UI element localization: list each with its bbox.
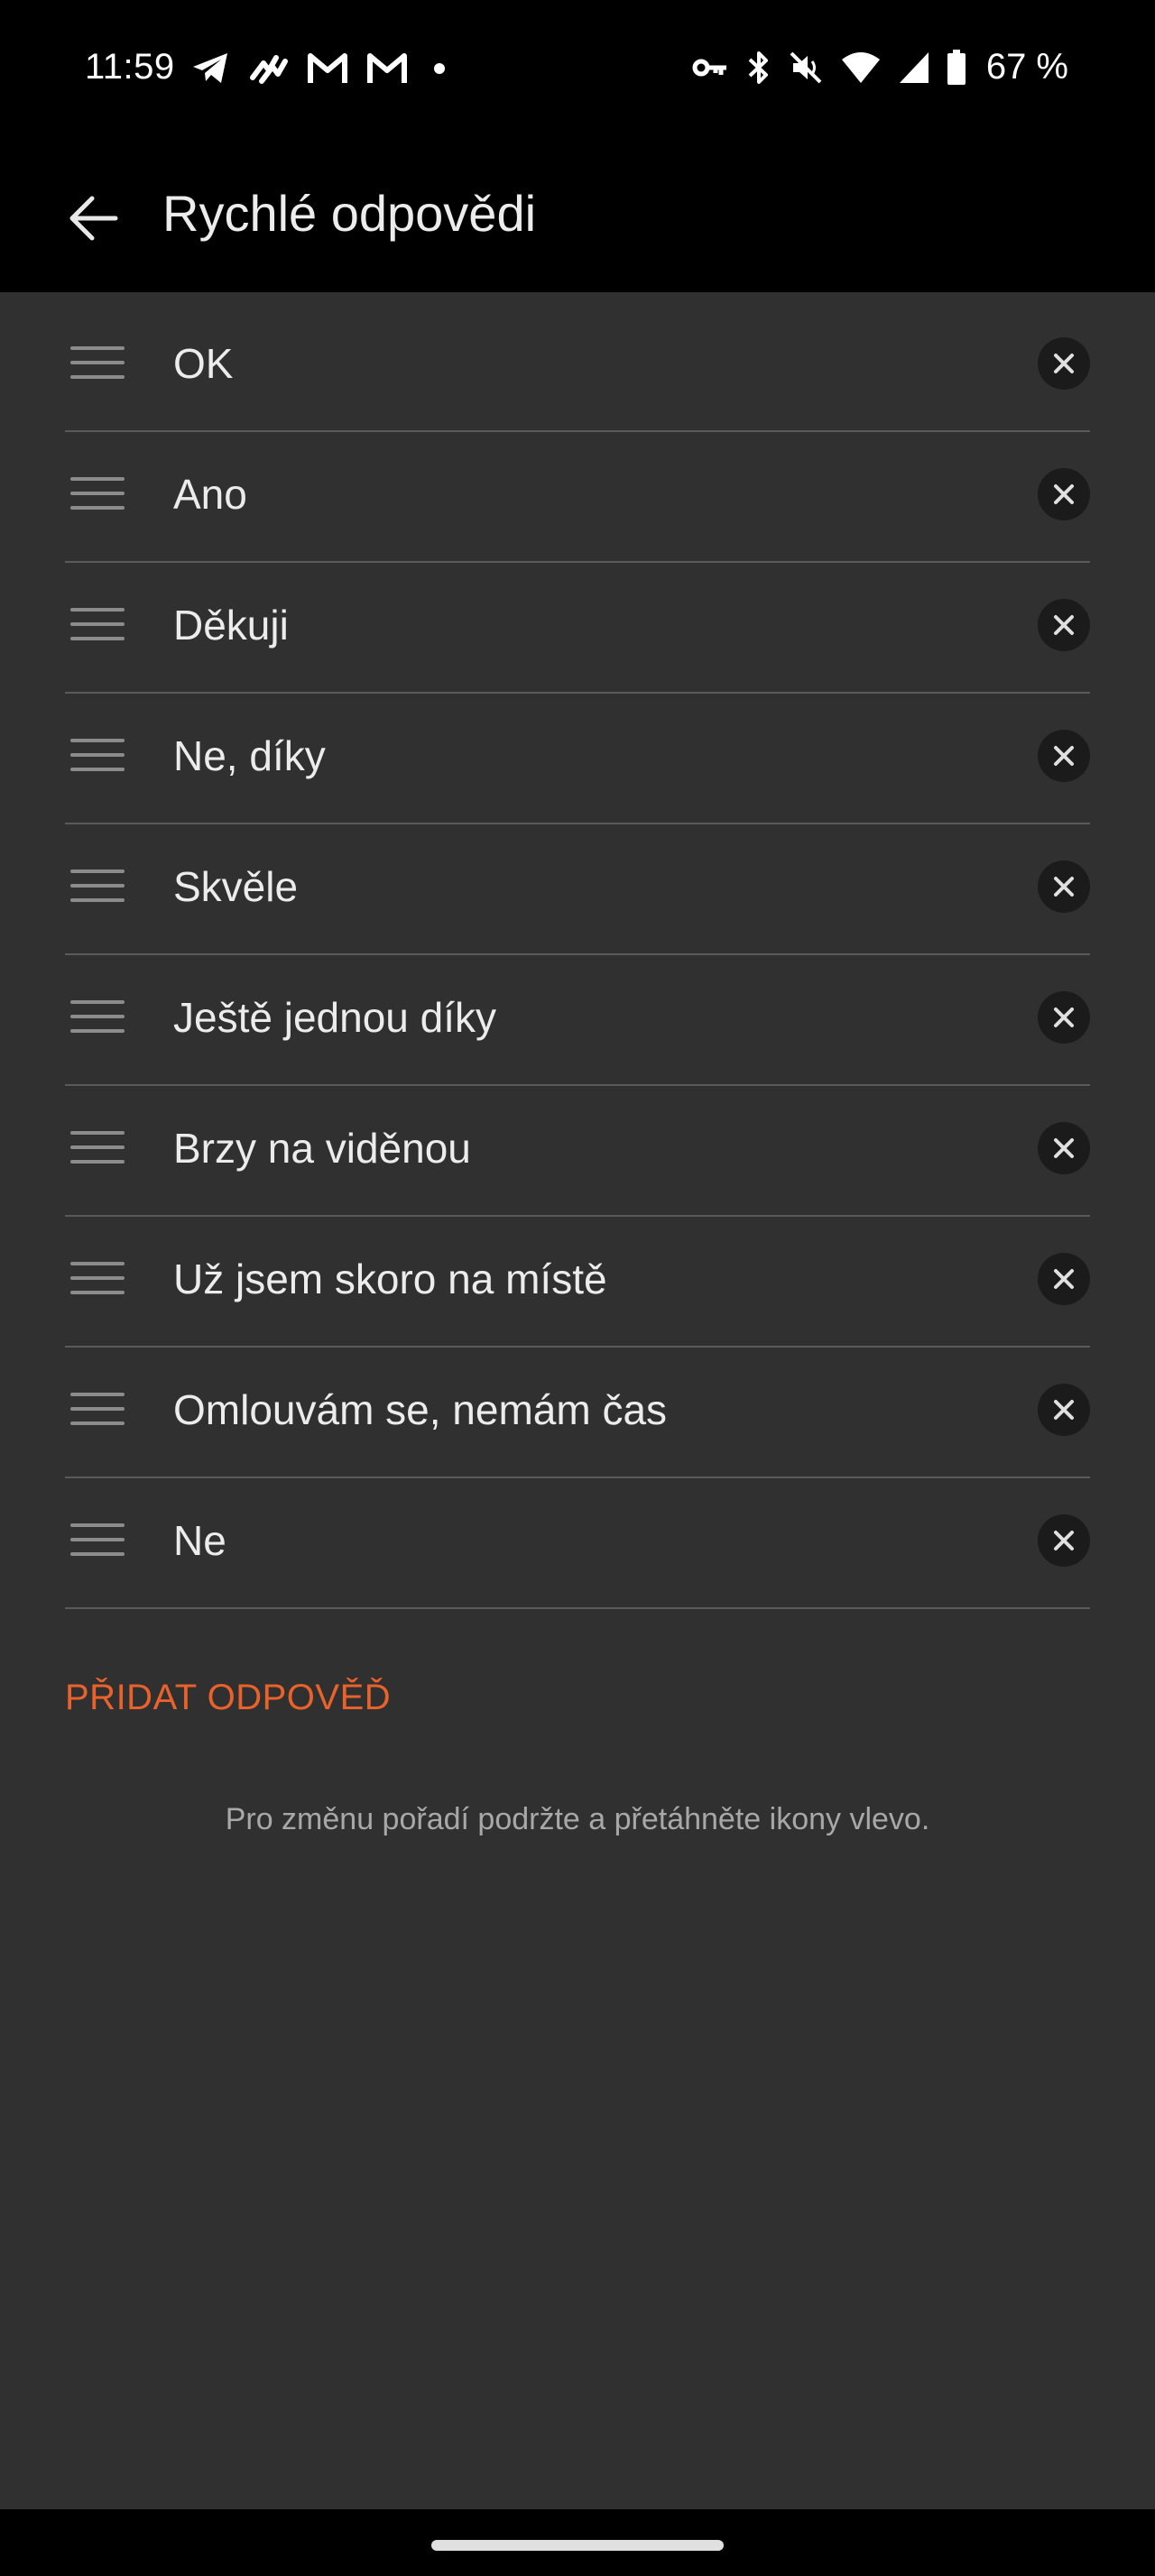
- reply-text[interactable]: Už jsem skoro na místě: [173, 1255, 607, 1303]
- delete-reply-button[interactable]: [1038, 468, 1090, 520]
- drag-handle-icon[interactable]: [70, 474, 125, 513]
- reply-row: Ne, díky: [65, 694, 1090, 824]
- reply-text[interactable]: Ano: [173, 470, 247, 519]
- delete-reply-button[interactable]: [1038, 860, 1090, 913]
- reply-text[interactable]: Skvěle: [173, 862, 298, 911]
- close-icon: [1054, 1007, 1074, 1027]
- drag-handle-icon[interactable]: [70, 997, 125, 1036]
- reply-row: Ano: [65, 432, 1090, 563]
- navigation-bar: [0, 2509, 1155, 2576]
- quick-replies-list: OK Ano Děkuji Ne, díky Skvěle Ještě jedn: [65, 301, 1090, 1609]
- telegram-icon: [191, 51, 231, 87]
- bluetooth-icon: [746, 50, 772, 86]
- close-icon: [1054, 484, 1074, 504]
- vpn-key-icon: [692, 54, 730, 81]
- reply-text[interactable]: Děkuji: [173, 601, 289, 649]
- reply-text[interactable]: Ne, díky: [173, 731, 326, 780]
- arrow-back-icon: [69, 196, 118, 241]
- close-icon: [1054, 1269, 1074, 1289]
- reply-row: Ještě jednou díky: [65, 955, 1090, 1086]
- signal-icon: [898, 51, 930, 85]
- reply-row: Děkuji: [65, 563, 1090, 694]
- notification-icons: [191, 51, 453, 87]
- page-title: Rychlé odpovědi: [162, 185, 537, 242]
- delete-reply-button[interactable]: [1038, 337, 1090, 390]
- close-icon: [1054, 1400, 1074, 1420]
- status-bar: 11:59 67 %: [0, 0, 1155, 144]
- close-icon: [1054, 1138, 1074, 1158]
- delete-reply-button[interactable]: [1038, 1384, 1090, 1436]
- drag-handle-icon[interactable]: [70, 1389, 125, 1429]
- add-reply-button[interactable]: PŘIDAT ODPOVĚĎ: [65, 1678, 391, 1718]
- status-time: 11:59: [85, 47, 175, 87]
- close-icon: [1054, 746, 1074, 766]
- drag-handle-icon[interactable]: [70, 1127, 125, 1167]
- mute-icon: [788, 50, 824, 86]
- gmail-icon: [366, 52, 408, 85]
- reply-row: Brzy na viděnou: [65, 1086, 1090, 1217]
- wifi-icon: [840, 51, 882, 85]
- reply-row: Omlouvám se, nemám čas: [65, 1348, 1090, 1478]
- reply-row: Ne: [65, 1478, 1090, 1609]
- reply-text[interactable]: Ještě jednou díky: [173, 993, 496, 1042]
- delete-reply-button[interactable]: [1038, 1122, 1090, 1174]
- reply-text[interactable]: Ne: [173, 1516, 226, 1565]
- drag-handle-icon[interactable]: [70, 343, 125, 382]
- delete-reply-button[interactable]: [1038, 599, 1090, 651]
- delete-reply-button[interactable]: [1038, 1253, 1090, 1305]
- battery-icon: [947, 49, 966, 86]
- reply-text[interactable]: Omlouvám se, nemám čas: [173, 1385, 667, 1434]
- close-icon: [1054, 354, 1074, 373]
- reorder-hint: Pro změnu pořadí podržte a přetáhněte ik…: [225, 1802, 930, 1836]
- close-icon: [1054, 877, 1074, 897]
- reply-row: OK: [65, 301, 1090, 432]
- drag-handle-icon[interactable]: [70, 866, 125, 906]
- messenger-icon: [249, 51, 289, 87]
- dot-icon: [426, 55, 453, 82]
- reply-row: Skvěle: [65, 824, 1090, 955]
- delete-reply-button[interactable]: [1038, 991, 1090, 1044]
- drag-handle-icon[interactable]: [70, 735, 125, 775]
- system-icons: 67 %: [692, 47, 1068, 87]
- reply-text[interactable]: OK: [173, 339, 233, 388]
- reply-row: Už jsem skoro na místě: [65, 1217, 1090, 1348]
- delete-reply-button[interactable]: [1038, 1514, 1090, 1567]
- battery-percent: 67 %: [985, 47, 1068, 87]
- delete-reply-button[interactable]: [1038, 730, 1090, 782]
- back-button[interactable]: [60, 182, 132, 254]
- gmail-icon: [307, 52, 348, 85]
- drag-handle-icon[interactable]: [70, 1258, 125, 1298]
- drag-handle-icon[interactable]: [70, 1520, 125, 1559]
- home-gesture-handle[interactable]: [431, 2540, 724, 2551]
- close-icon: [1054, 1531, 1074, 1550]
- app-bar: Rychlé odpovědi: [0, 144, 1155, 292]
- close-icon: [1054, 615, 1074, 635]
- reply-text[interactable]: Brzy na viděnou: [173, 1124, 471, 1173]
- drag-handle-icon[interactable]: [70, 604, 125, 644]
